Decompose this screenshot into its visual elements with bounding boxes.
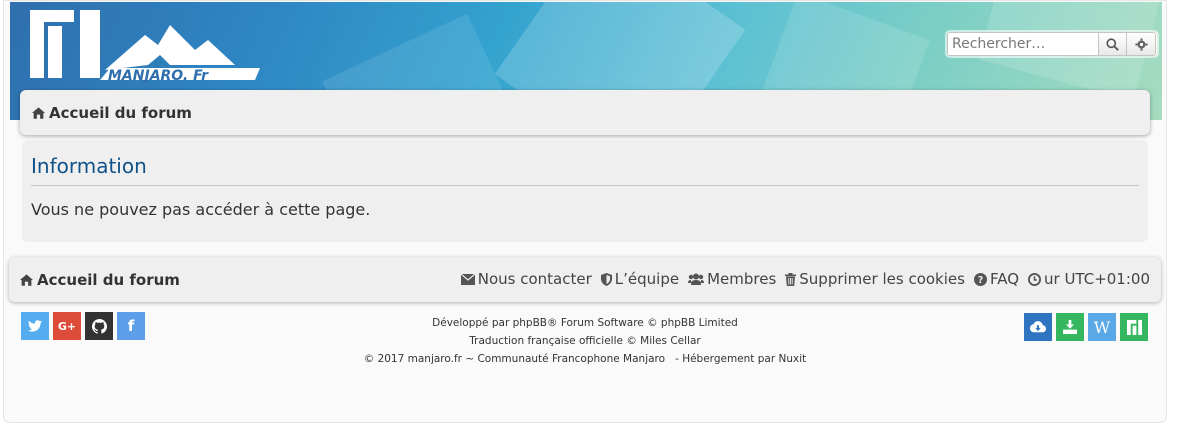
envelope-icon xyxy=(460,273,475,285)
search-box xyxy=(947,32,1157,56)
manjaro-logo-icon xyxy=(1126,319,1142,335)
wiki-icon: W xyxy=(1093,317,1111,337)
faq-link[interactable]: ? FAQ xyxy=(973,270,1020,288)
facebook-button[interactable]: f xyxy=(117,312,145,340)
twitter-icon xyxy=(28,320,42,332)
home-icon xyxy=(20,274,33,286)
shield-icon xyxy=(600,272,612,286)
team-link[interactable]: L’équipe xyxy=(600,270,680,288)
site-logo[interactable]: MANJARO. Fr xyxy=(30,10,270,85)
advanced-search-button[interactable] xyxy=(1127,32,1156,56)
contact-link[interactable]: Nous contacter xyxy=(460,270,592,288)
search-icon xyxy=(1106,37,1119,51)
svg-text:?: ? xyxy=(978,275,983,286)
clock-icon xyxy=(1028,272,1042,286)
top-navbar: Accueil du forum xyxy=(20,90,1150,135)
members-link[interactable]: Membres xyxy=(688,270,776,288)
facebook-icon: f xyxy=(127,317,135,335)
download-icon xyxy=(1063,320,1077,334)
credits-line-2: Traduction française officielle © Miles … xyxy=(469,335,701,347)
resource-links: W xyxy=(1024,313,1148,341)
contact-label: Nous contacter xyxy=(477,270,592,288)
social-links: G+ f xyxy=(21,312,145,340)
cloud-download-button[interactable] xyxy=(1024,313,1052,341)
divider xyxy=(31,185,1139,186)
footer-home-link[interactable]: Accueil du forum xyxy=(20,271,180,289)
wiki-button[interactable]: W xyxy=(1088,313,1116,341)
google-plus-icon: G+ xyxy=(57,319,77,333)
download-button[interactable] xyxy=(1056,313,1084,341)
search-button[interactable] xyxy=(1098,32,1127,56)
credits: Développé par phpBB® Forum Software © ph… xyxy=(285,314,885,368)
delete-cookies-label: Supprimer les cookies xyxy=(799,270,965,288)
timezone-label: ur UTC+01:00 xyxy=(1044,270,1150,288)
trash-icon xyxy=(785,272,797,286)
delete-cookies-link[interactable]: Supprimer les cookies xyxy=(785,270,965,288)
github-button[interactable] xyxy=(85,312,113,340)
bottom-navbar: Accueil du forum Nous contacter L’équipe xyxy=(9,257,1161,302)
github-icon xyxy=(91,318,107,334)
users-icon xyxy=(688,273,705,285)
google-plus-button[interactable]: G+ xyxy=(53,312,81,340)
footer-home-label: Accueil du forum xyxy=(37,271,180,289)
gear-icon xyxy=(1134,37,1148,51)
breadcrumb-home-label: Accueil du forum xyxy=(49,104,192,122)
twitter-button[interactable] xyxy=(21,312,49,340)
timezone: ur UTC+01:00 xyxy=(1028,270,1150,288)
logo-text: MANJARO. Fr xyxy=(108,68,209,84)
manjaro-button[interactable] xyxy=(1120,313,1148,341)
members-label: Membres xyxy=(707,270,777,288)
faq-label: FAQ xyxy=(989,270,1020,288)
credits-line-1: Développé par phpBB® Forum Software © ph… xyxy=(432,317,738,329)
footer-links: Nous contacter L’équipe Membres Supprime… xyxy=(460,270,1150,288)
cloud-download-icon xyxy=(1030,320,1046,332)
team-label: L’équipe xyxy=(614,270,680,288)
breadcrumb-home[interactable]: Accueil du forum xyxy=(32,104,192,122)
panel-message: Vous ne pouvez pas accéder à cette page. xyxy=(31,200,371,219)
message-panel: Information Vous ne pouvez pas accéder à… xyxy=(22,140,1148,242)
panel-title: Information xyxy=(31,154,147,178)
question-circle-icon: ? xyxy=(973,272,987,286)
home-icon xyxy=(32,107,45,119)
credits-line-3: © 2017 manjaro.fr ~ Communauté Francopho… xyxy=(363,353,807,365)
search-input[interactable] xyxy=(947,32,1098,56)
